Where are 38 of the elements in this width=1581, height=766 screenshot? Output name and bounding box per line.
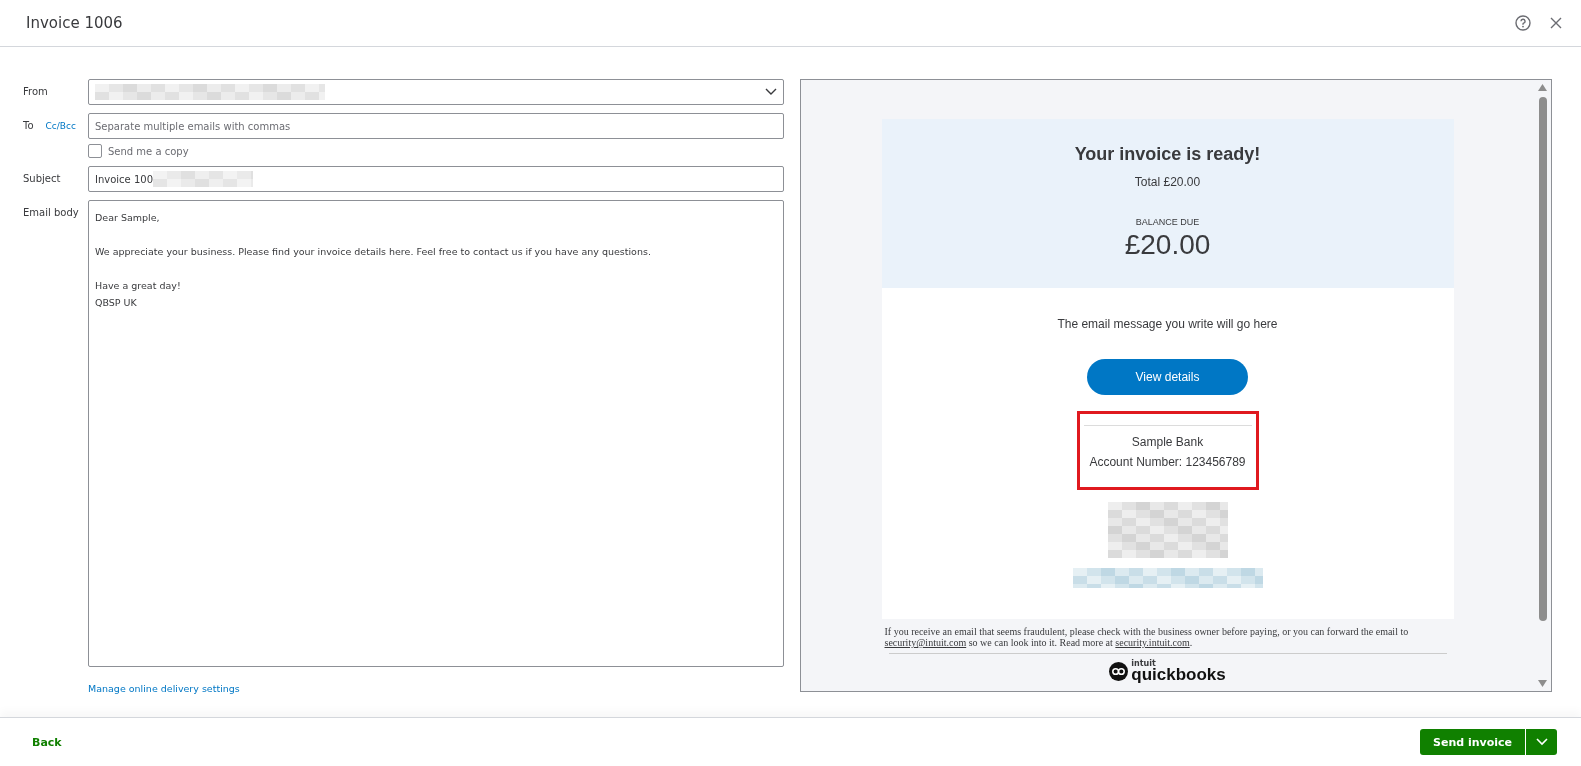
balance-amount: £20.00	[1124, 229, 1211, 261]
scrollbar-thumb[interactable]	[1538, 97, 1547, 621]
bank-name: Sample Bank	[1131, 434, 1204, 451]
fraud-notice: If you receive an email that seems fraudulent, please check with the business owner before paying, or you can forward the email to security@intuit.com so we can look into it. Read more at security.intuit.com.	[884, 626, 1410, 648]
security-link[interactable]: security.intuit.com	[1115, 637, 1190, 648]
send-invoice-button[interactable]: Send invoice	[1420, 729, 1525, 755]
total-text: Total £20.00	[1134, 175, 1201, 189]
field-label: Subject	[23, 172, 62, 186]
close-icon[interactable]	[1549, 16, 1563, 30]
field-label: To	[23, 119, 34, 131]
window-title: Invoice 1006	[26, 14, 124, 32]
manage-delivery-link[interactable]: Manage online delivery settings	[88, 683, 784, 694]
scroll-down-icon[interactable]	[1538, 680, 1547, 687]
send-copy-checkbox[interactable]	[88, 144, 102, 158]
to-field[interactable]: Separate multiple emails with commas	[88, 113, 784, 139]
balance-label: BALANCE DUE	[1135, 217, 1200, 227]
scroll-up-icon[interactable]	[1538, 84, 1547, 91]
back-button[interactable]: Back	[32, 735, 62, 749]
logo-icon	[1109, 662, 1129, 681]
field-label: From	[23, 85, 49, 99]
send-options-button[interactable]	[1526, 729, 1557, 755]
preview-heading: Your invoice is ready!	[1074, 144, 1261, 165]
email-body-field[interactable]: Dear Sample, We appreciate your business. Please find your invoice details here. Feel free to contact us if you have any questions. Have a great day! QBSP UK	[88, 200, 784, 667]
account-number: Account Number: 123456789	[1089, 454, 1246, 471]
logo-brand: intuit	[1131, 660, 1157, 668]
field-label: Email body	[23, 206, 80, 220]
subject-text: Invoice 100	[95, 173, 154, 185]
logo-name: quickbooks	[1131, 666, 1226, 683]
email-link[interactable]: security@intuit.com	[884, 637, 967, 648]
caret-icon	[765, 88, 777, 96]
chevron-down-icon	[1535, 738, 1548, 746]
message-text: The email message you write will go here	[1057, 317, 1278, 331]
subject-field[interactable]: Invoice 100	[88, 166, 784, 192]
help-icon[interactable]	[1515, 15, 1531, 31]
cc-bcc-link[interactable]: Cc/Bcc	[45, 113, 76, 131]
from-dropdown[interactable]	[88, 79, 784, 105]
checkbox-label: Send me a copy	[108, 145, 189, 157]
view-details-button[interactable]: View details	[1087, 359, 1248, 395]
